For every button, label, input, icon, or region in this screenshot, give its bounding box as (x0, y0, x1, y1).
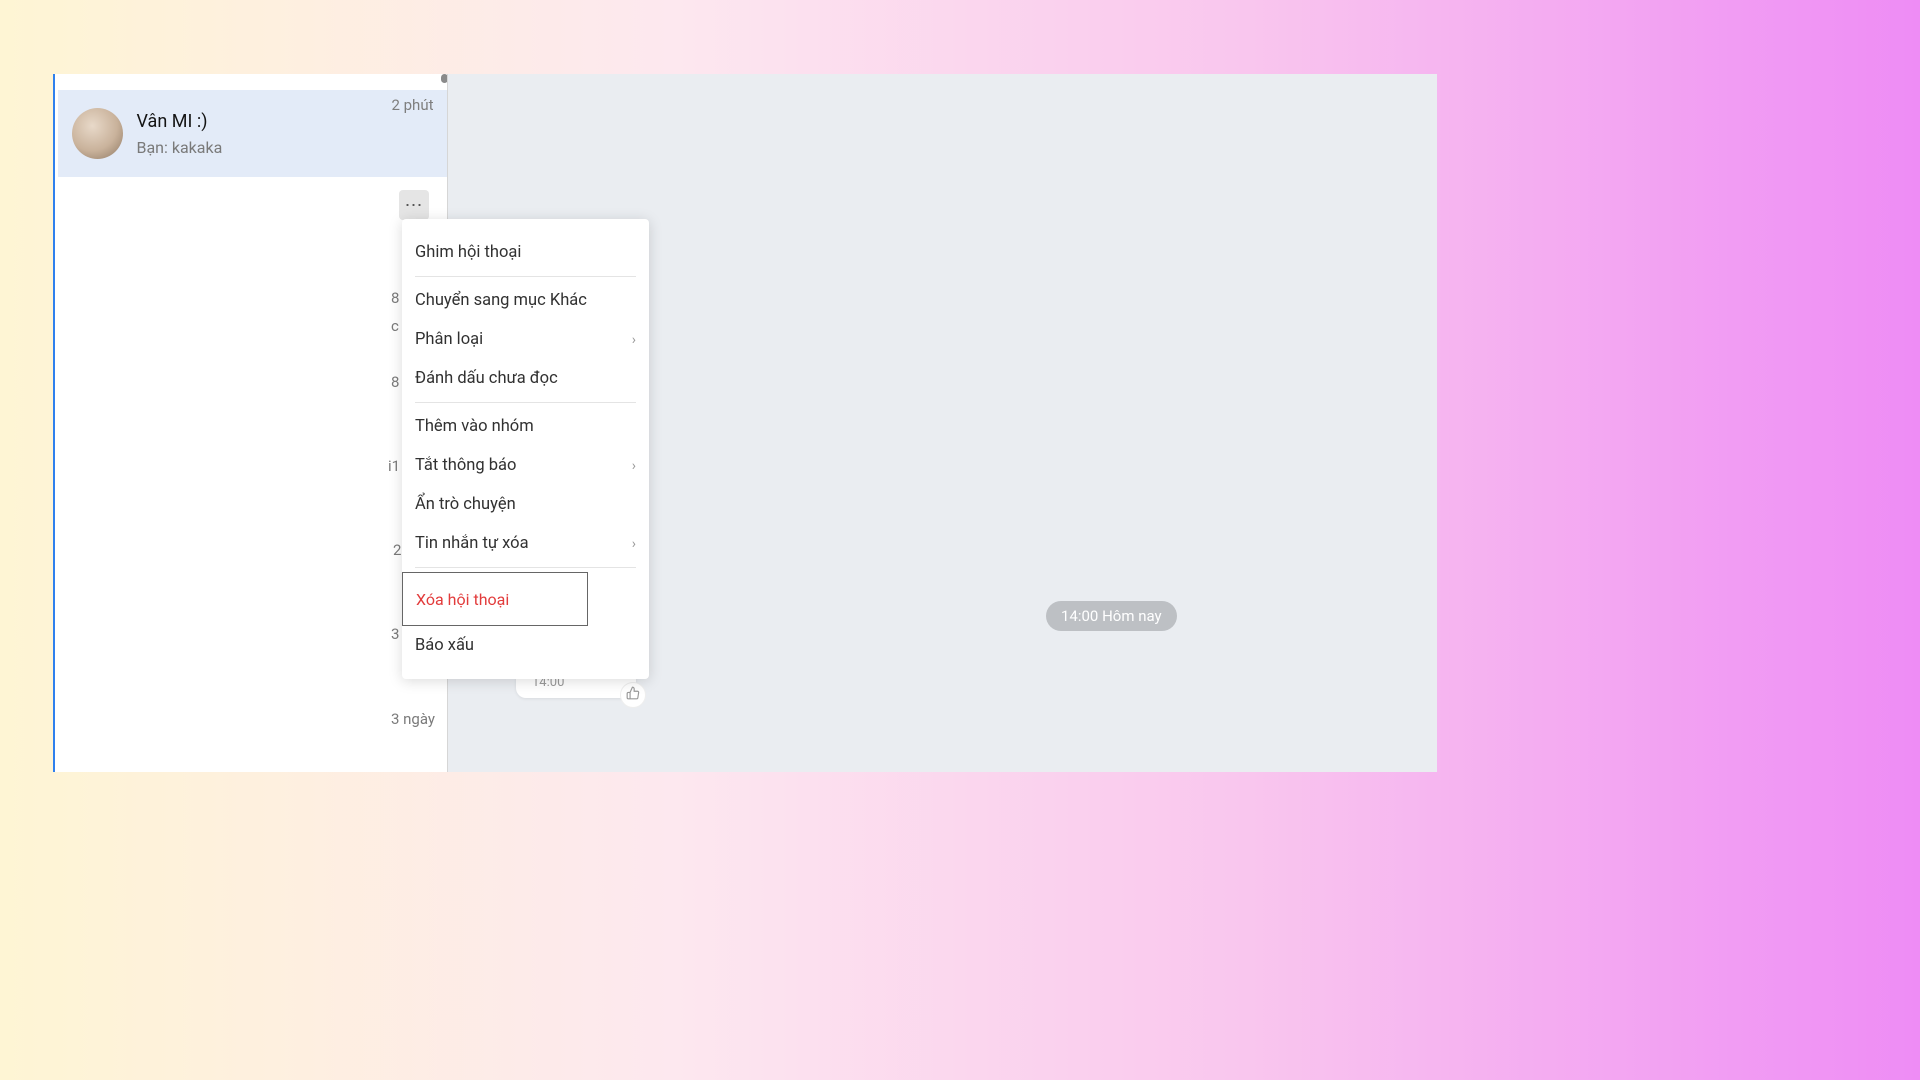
menu-separator (415, 567, 636, 568)
chevron-right-icon: › (632, 332, 636, 348)
menu-item-add-group[interactable]: Thêm vào nhóm (415, 407, 636, 446)
menu-item-label: Ghim hội thoại (415, 243, 521, 262)
app-window: Vân MI :) Bạn: kakaka 2 phút ⋯ 8 p c 8 p… (53, 74, 1437, 772)
ellipsis-icon: ⋯ (405, 195, 424, 216)
background-gradient: Vân MI :) Bạn: kakaka 2 phút ⋯ 8 p c 8 p… (0, 0, 1920, 1080)
menu-item-label: Thêm vào nhóm (415, 417, 534, 436)
menu-item-self-delete[interactable]: Tin nhắn tự xóa › (415, 524, 636, 563)
conversation-text: Vân MI :) Bạn: kakaka (137, 111, 392, 157)
menu-item-label: Tắt thông báo (415, 456, 516, 475)
reaction-button[interactable] (620, 682, 646, 708)
conversation-item-selected[interactable]: Vân MI :) Bạn: kakaka 2 phút (58, 90, 448, 177)
menu-item-move-other[interactable]: Chuyển sang mục Khác (415, 281, 636, 320)
conversation-preview: Bạn: kakaka (137, 138, 392, 157)
menu-item-categorize[interactable]: Phân loại › (415, 320, 636, 359)
menu-item-label: Báo xấu (415, 636, 474, 655)
menu-item-label: Ẩn trò chuyện (415, 495, 516, 514)
list-item-fragment: c (391, 317, 399, 335)
menu-item-label: Phân loại (415, 330, 483, 349)
menu-separator (415, 276, 636, 277)
menu-item-delete-highlighted[interactable]: Xóa hội thoại (402, 572, 588, 626)
conversation-sidebar: Vân MI :) Bạn: kakaka 2 phút ⋯ 8 p c 8 p… (53, 74, 446, 772)
date-separator-pill: 14:00 Hôm nay (1046, 601, 1177, 631)
menu-item-pin[interactable]: Ghim hội thoại (415, 233, 636, 272)
more-options-button[interactable]: ⋯ (399, 190, 429, 220)
avatar (72, 108, 123, 159)
menu-item-label: Xóa hội thoại (416, 590, 509, 609)
menu-item-mute[interactable]: Tắt thông báo › (415, 446, 636, 485)
highlight-overlay (55, 177, 388, 772)
conversation-time: 2 phút (391, 96, 433, 114)
menu-item-mark-unread[interactable]: Đánh dấu chưa đọc (415, 359, 636, 398)
menu-item-report[interactable]: Báo xấu (415, 626, 636, 665)
conversation-name: Vân MI :) (137, 111, 392, 132)
menu-separator (415, 402, 636, 403)
menu-item-label: Tin nhắn tự xóa (415, 534, 529, 553)
list-item-time: 3 ngày (391, 710, 435, 728)
menu-item-hide[interactable]: Ẩn trò chuyện (415, 485, 636, 524)
thumbs-up-icon (626, 686, 640, 704)
chevron-right-icon: › (632, 458, 636, 474)
menu-item-label: Chuyển sang mục Khác (415, 291, 587, 310)
menu-item-label: Đánh dấu chưa đọc (415, 369, 558, 388)
conversation-context-menu: Ghim hội thoại Chuyển sang mục Khác Phân… (402, 219, 649, 679)
chevron-right-icon: › (632, 536, 636, 552)
